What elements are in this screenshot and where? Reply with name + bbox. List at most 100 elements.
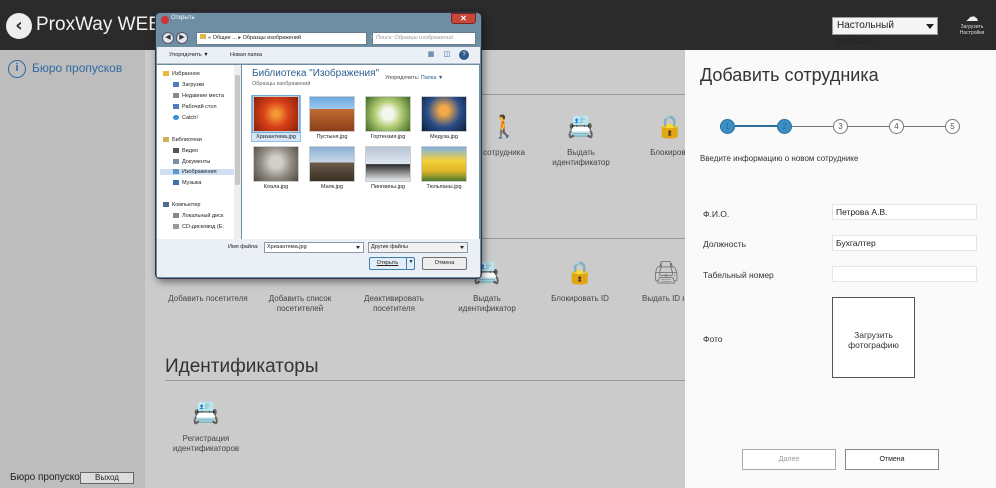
file-thumbnail[interactable]: Гортензия.jpg bbox=[363, 96, 413, 141]
personnel-number-label: Табельный номер bbox=[703, 270, 774, 280]
person-icon: 🚶 bbox=[490, 114, 518, 139]
file-thumbnail[interactable]: Медуза.jpg bbox=[419, 96, 469, 141]
nav-recent[interactable]: Недавние места bbox=[173, 93, 224, 99]
nav-cd-drive[interactable]: CD-дисковод (E: bbox=[173, 224, 224, 230]
position-label: Должность bbox=[703, 239, 747, 249]
arrange-by[interactable]: Упорядочить: Папка ▼ bbox=[385, 75, 443, 81]
nav-desktop[interactable]: Рабочий стол bbox=[173, 104, 217, 110]
sidebar bbox=[0, 50, 145, 488]
logout-button[interactable]: Выход bbox=[80, 472, 134, 484]
cd-drive-icon bbox=[173, 224, 179, 230]
sidebar-item-pass-office[interactable]: i Бюро пропусков bbox=[8, 60, 122, 78]
app-icon bbox=[161, 16, 169, 24]
cloud-upload-icon: ☁ bbox=[965, 9, 979, 24]
tile-label: Блокирова bbox=[650, 148, 690, 157]
file-name: Пингвины.jpg bbox=[371, 184, 405, 190]
thumbnail-image bbox=[421, 146, 467, 182]
badge-icon: 📇 bbox=[567, 114, 595, 139]
file-name: Коала.jpg bbox=[263, 184, 289, 190]
navigation-scrollbar[interactable] bbox=[234, 65, 241, 239]
nav-back-icon[interactable]: ◀ bbox=[162, 32, 174, 44]
nav-label: Музыка bbox=[182, 180, 202, 186]
scrollbar-thumb[interactable] bbox=[235, 75, 240, 185]
sidebar-item-label: Бюро пропусков bbox=[32, 61, 123, 76]
tile-block-id[interactable]: 🔒 Блокировать ID bbox=[538, 258, 622, 304]
search-input[interactable]: Поиск: Образцы изображений bbox=[372, 32, 476, 45]
file-name: Маяк.jpg bbox=[321, 184, 343, 190]
file-thumbnail[interactable]: Коала.jpg bbox=[251, 146, 301, 191]
organize-button[interactable]: Упорядочить ▼ bbox=[169, 52, 209, 58]
next-button[interactable]: Далее bbox=[742, 449, 836, 470]
file-thumbnail[interactable]: Тюльпаны.jpg bbox=[419, 146, 469, 191]
nav-catch[interactable]: Catch! bbox=[173, 115, 198, 121]
libraries-icon bbox=[163, 137, 169, 143]
tile-issue-id[interactable]: 📇 Выдать идентификатор bbox=[539, 112, 623, 168]
reader-select[interactable]: Настольный считыв... bbox=[832, 17, 938, 47]
tile-register-identifiers[interactable]: 📇 Регистрация идентификаторов bbox=[164, 398, 248, 454]
nav-documents[interactable]: Документы bbox=[173, 159, 210, 165]
tile-issue-id-to[interactable]: 🖨 Выдать ID в bbox=[628, 258, 684, 304]
file-thumbnail[interactable]: Маяк.jpg bbox=[307, 146, 357, 191]
file-thumbnail[interactable]: Хризантема.jpg bbox=[251, 95, 301, 142]
fio-input[interactable]: Петрова А.В. bbox=[832, 204, 977, 220]
recent-places-icon bbox=[173, 93, 179, 99]
address-bar[interactable]: « Общие ... ▸ Образцы изображений bbox=[196, 32, 367, 45]
thumbnail-image bbox=[309, 96, 355, 132]
nav-local-disk[interactable]: Локальный диск bbox=[173, 213, 223, 219]
close-icon[interactable]: ✕ bbox=[451, 13, 476, 24]
nav-label: Изображения bbox=[182, 169, 217, 175]
nav-music[interactable]: Музыка bbox=[173, 180, 201, 186]
folder-icon bbox=[200, 34, 206, 39]
nav-label: Библиотеки bbox=[172, 137, 202, 143]
upload-photo-button[interactable]: Загрузить фотографию bbox=[832, 297, 915, 378]
tile-label: Выдать идентификатор bbox=[458, 294, 516, 313]
file-name: Хризантема.jpg bbox=[256, 134, 296, 140]
file-thumbnail[interactable]: Пингвины.jpg bbox=[363, 146, 413, 191]
nav-forward-icon[interactable]: ▶ bbox=[176, 32, 188, 44]
nav-pictures[interactable]: Изображения bbox=[160, 169, 234, 175]
dialog-cancel-button[interactable]: Отмена bbox=[422, 257, 467, 270]
back-icon[interactable]: ‹ bbox=[6, 13, 32, 39]
view-icon[interactable]: ▦ bbox=[426, 50, 436, 60]
filename-label: Имя файла: bbox=[228, 244, 259, 250]
position-input[interactable]: Бухгалтер bbox=[832, 235, 977, 251]
new-folder-button[interactable]: Новая папка bbox=[230, 52, 262, 58]
cancel-button[interactable]: Отмена bbox=[845, 449, 939, 470]
step-connector bbox=[735, 125, 777, 127]
file-thumbnail[interactable]: Пустыня.jpg bbox=[307, 96, 357, 141]
nav-video[interactable]: Видео bbox=[173, 148, 198, 154]
filename-input[interactable]: Хризантема.jpg bbox=[264, 242, 364, 253]
file-name: Гортензия.jpg bbox=[370, 134, 406, 140]
help-icon[interactable]: ? bbox=[459, 50, 469, 60]
video-icon bbox=[173, 148, 179, 154]
filetype-select[interactable]: Другие файлы bbox=[368, 242, 468, 253]
nav-libraries[interactable]: Библиотеки bbox=[163, 137, 202, 143]
nav-downloads[interactable]: Загрузки bbox=[173, 82, 204, 88]
nav-computer[interactable]: Компьютер bbox=[163, 202, 200, 208]
personnel-number-input[interactable] bbox=[832, 266, 977, 282]
chevron-down-icon bbox=[460, 246, 464, 249]
step-connector bbox=[792, 126, 834, 127]
nav-favorites[interactable]: Избранное bbox=[163, 71, 200, 77]
load-settings-button[interactable]: ☁ Загрузить Настройки bbox=[952, 9, 992, 37]
tile-label: Блокировать ID bbox=[551, 294, 609, 303]
preview-pane-icon[interactable]: ◫ bbox=[442, 50, 452, 60]
step-connector bbox=[904, 126, 946, 127]
nav-label: Избранное bbox=[172, 71, 200, 77]
panel-title: Добавить сотрудника bbox=[700, 65, 879, 85]
step-4: 4 bbox=[889, 119, 904, 134]
tile-label: Регистрация идентификаторов bbox=[172, 434, 240, 453]
status-bar-label: Бюро пропусков bbox=[10, 472, 86, 483]
file-name: Пустыня.jpg bbox=[316, 134, 348, 140]
music-icon bbox=[173, 180, 179, 186]
open-options-icon[interactable]: ▼ bbox=[406, 257, 415, 270]
chevron-down-icon bbox=[356, 246, 360, 249]
nav-label: Компьютер bbox=[172, 202, 201, 208]
thumbnail-image bbox=[421, 96, 467, 132]
badge-add-icon: 📇 bbox=[192, 400, 220, 425]
tile-label: Деактивировать посетителя bbox=[364, 294, 424, 313]
badge-block-icon: 🔒 bbox=[656, 114, 684, 139]
tile-label: Выдать идентификатор bbox=[552, 148, 610, 167]
nav-label: Документы bbox=[182, 159, 211, 165]
nav-label: Недавние места bbox=[182, 93, 224, 99]
